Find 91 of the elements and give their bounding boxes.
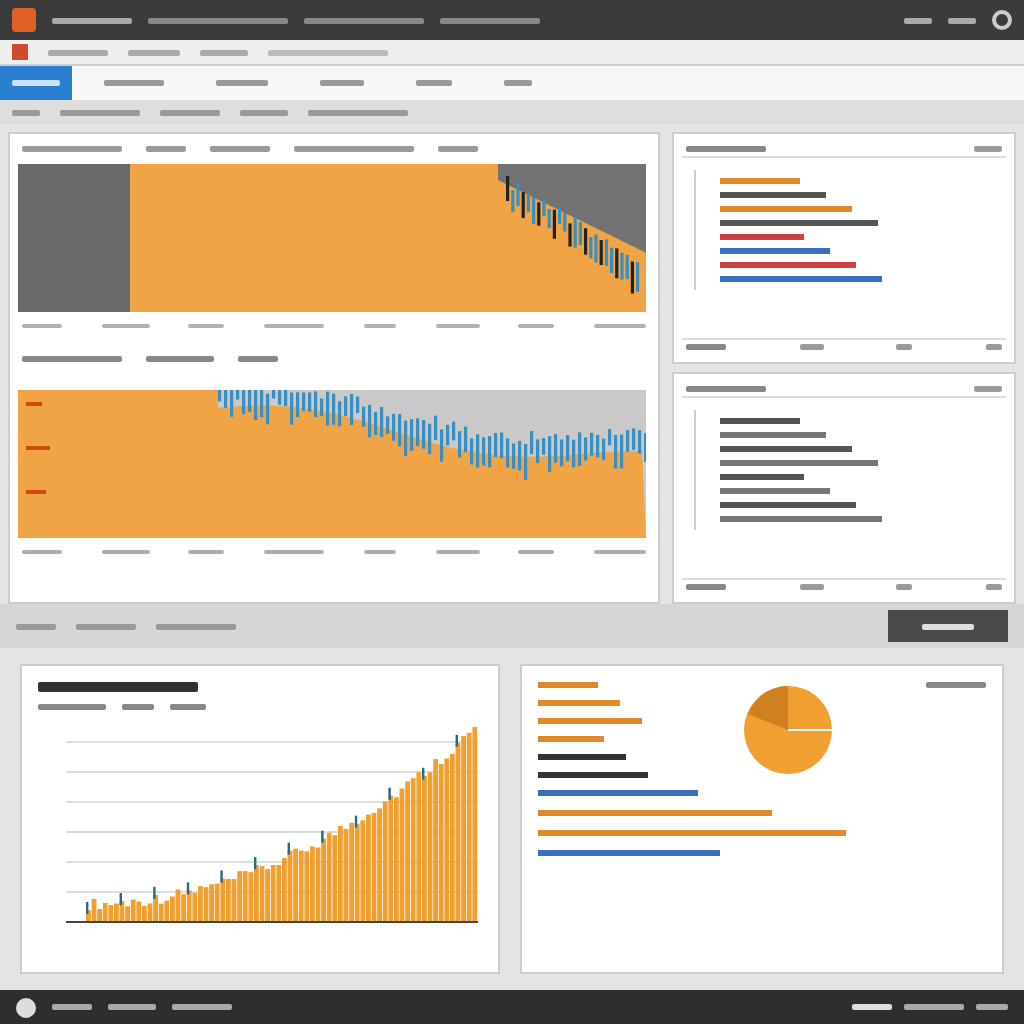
placeholder-line bbox=[320, 80, 364, 86]
settings-icon[interactable] bbox=[992, 10, 1012, 30]
placeholder-line bbox=[985, 584, 1002, 590]
pie-chart bbox=[739, 682, 835, 778]
placeholder-line bbox=[974, 386, 1002, 392]
placeholder-line bbox=[985, 344, 1002, 350]
marker bbox=[186, 882, 190, 895]
placeholder-line bbox=[160, 109, 220, 115]
placeholder-line bbox=[38, 704, 106, 710]
placeholder-line bbox=[48, 49, 108, 55]
placeholder-line bbox=[264, 324, 325, 328]
placeholder-line bbox=[22, 550, 62, 554]
placeholder-line bbox=[440, 17, 540, 23]
placeholder-line bbox=[363, 324, 396, 328]
placeholder-line bbox=[904, 1004, 964, 1010]
placeholder-line bbox=[896, 584, 913, 590]
placeholder-line bbox=[101, 550, 150, 554]
marker bbox=[153, 886, 156, 899]
placeholder-line bbox=[22, 146, 122, 152]
placeholder-line bbox=[188, 324, 225, 328]
placeholder-line bbox=[101, 324, 150, 328]
placeholder-line bbox=[264, 550, 325, 554]
placeholder-line bbox=[363, 550, 396, 554]
placeholder-line bbox=[146, 146, 186, 152]
placeholder-line bbox=[240, 109, 288, 115]
placeholder-line bbox=[52, 1004, 92, 1010]
marker bbox=[388, 787, 391, 800]
marker bbox=[86, 902, 89, 914]
placeholder-line bbox=[435, 324, 480, 328]
placeholder-line bbox=[896, 344, 913, 350]
legend-mark bbox=[26, 402, 42, 406]
placeholder-line bbox=[210, 146, 270, 152]
placeholder-line bbox=[148, 17, 288, 23]
marker bbox=[422, 767, 425, 780]
placeholder-line bbox=[686, 344, 726, 350]
marker bbox=[287, 842, 290, 855]
legend-mark bbox=[26, 446, 50, 450]
placeholder-line bbox=[686, 386, 766, 392]
placeholder-line bbox=[416, 80, 452, 86]
marker bbox=[354, 815, 358, 828]
placeholder-line bbox=[12, 109, 40, 115]
placeholder-line bbox=[156, 623, 236, 629]
placeholder-line bbox=[294, 146, 414, 152]
placeholder-line bbox=[172, 1004, 232, 1010]
marker bbox=[220, 870, 223, 883]
placeholder-line bbox=[518, 324, 555, 328]
start-icon[interactable] bbox=[16, 997, 36, 1017]
placeholder-line bbox=[438, 146, 478, 152]
placeholder-line bbox=[593, 324, 646, 328]
placeholder-line bbox=[60, 109, 140, 115]
placeholder-line bbox=[799, 344, 824, 350]
placeholder-line bbox=[122, 704, 154, 710]
marker bbox=[321, 830, 324, 843]
placeholder-line bbox=[518, 550, 555, 554]
placeholder-line bbox=[52, 17, 132, 23]
placeholder-line bbox=[108, 1004, 156, 1010]
placeholder-line bbox=[308, 109, 408, 115]
ribbon-button[interactable] bbox=[0, 66, 72, 100]
placeholder-line bbox=[128, 49, 180, 55]
placeholder-line bbox=[686, 584, 726, 590]
placeholder-line bbox=[593, 550, 646, 554]
placeholder-line bbox=[170, 704, 206, 710]
placeholder-line bbox=[304, 17, 424, 23]
marker bbox=[254, 857, 257, 870]
marker bbox=[119, 893, 122, 906]
placeholder-line bbox=[268, 49, 388, 55]
placeholder-line bbox=[104, 80, 164, 86]
marker bbox=[455, 734, 458, 747]
placeholder-line bbox=[16, 623, 56, 629]
placeholder-line bbox=[435, 550, 480, 554]
placeholder-line bbox=[76, 623, 136, 629]
legend-mark bbox=[26, 490, 46, 494]
placeholder-line bbox=[799, 584, 824, 590]
placeholder-line bbox=[686, 146, 766, 152]
placeholder-line bbox=[146, 356, 214, 362]
placeholder-line bbox=[504, 80, 532, 86]
placeholder-line bbox=[974, 146, 1002, 152]
placeholder-line bbox=[22, 324, 62, 328]
placeholder-line bbox=[188, 550, 225, 554]
placeholder-line bbox=[238, 356, 278, 362]
placeholder-line bbox=[216, 80, 268, 86]
placeholder-line bbox=[200, 49, 248, 55]
placeholder-line bbox=[922, 623, 974, 629]
placeholder-line bbox=[12, 80, 60, 86]
placeholder-line bbox=[904, 17, 932, 23]
placeholder-line bbox=[852, 1004, 892, 1010]
placeholder-line bbox=[976, 1004, 1008, 1010]
app-icon[interactable] bbox=[12, 8, 36, 32]
placeholder-line bbox=[926, 682, 986, 688]
placeholder-line bbox=[948, 17, 976, 23]
placeholder-line bbox=[22, 356, 122, 362]
